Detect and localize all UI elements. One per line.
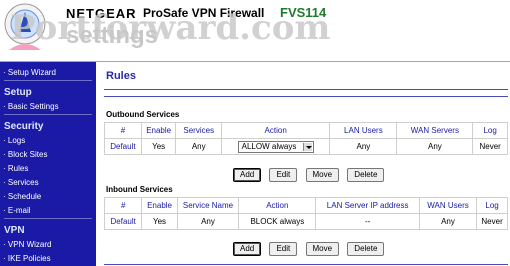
col-header: # <box>104 122 142 139</box>
col-header: WAN Users <box>418 197 478 214</box>
edit-button[interactable]: Edit <box>269 168 298 182</box>
col-header: Action <box>220 122 331 139</box>
action-cell: ALLOW always <box>220 138 331 155</box>
col-header: Service Name <box>176 197 240 214</box>
header: NETGEAR ProSafe VPN Firewall FVS114 Port… <box>0 0 510 62</box>
watermark-subtext: settings <box>66 22 159 49</box>
lan-users-value: Any <box>329 138 398 155</box>
enable-value: Yes <box>140 138 177 155</box>
col-header: Enable <box>141 197 178 214</box>
move-button[interactable]: Move <box>305 242 340 256</box>
sidebar-item-logs[interactable]: · Logs <box>0 134 96 148</box>
col-header: WAN Servers <box>396 122 474 139</box>
sidebar-divider <box>4 114 92 115</box>
table-row: Default Yes Any BLOCK always -- Any Neve… <box>103 213 508 230</box>
rule-number-link[interactable]: Default <box>103 213 143 230</box>
action-value: BLOCK always <box>238 213 317 230</box>
lan-ip-value: -- <box>315 213 420 230</box>
col-header: Services <box>175 122 222 139</box>
wan-servers-value: Any <box>396 138 474 155</box>
sidebar-divider <box>4 80 92 81</box>
inbound-table: # Enable Service Name Action LAN Server … <box>103 197 508 230</box>
col-header: Enable <box>140 122 177 139</box>
delete-button[interactable]: Delete <box>347 242 385 256</box>
col-header: LAN Server IP address <box>315 197 420 214</box>
col-header: LAN Users <box>329 122 398 139</box>
outbound-label: Outbound Services <box>106 110 180 119</box>
sidebar-item-email[interactable]: · E-mail <box>0 204 96 218</box>
action-select[interactable]: ALLOW always <box>237 140 314 153</box>
watermark: Portforward.com <box>10 8 331 48</box>
col-header: Log <box>472 122 508 139</box>
outbound-button-row: Add Edit Move Delete <box>233 168 390 182</box>
sidebar-item-setup-wizard[interactable]: · Setup Wizard <box>0 66 96 80</box>
col-header: Action <box>238 197 317 214</box>
sidebar-section-vpn: VPN <box>4 225 25 236</box>
delete-button[interactable]: Delete <box>347 168 385 182</box>
add-button[interactable]: Add <box>233 242 262 256</box>
add-button[interactable]: Add <box>233 168 262 182</box>
chevron-down-icon[interactable] <box>302 142 312 151</box>
sidebar-item-vpn-wizard[interactable]: · VPN Wizard <box>0 238 96 252</box>
table-row: Default Yes Any ALLOW always Any Any Nev… <box>104 138 508 155</box>
col-header: Log <box>476 197 508 214</box>
sidebar-item-block-sites[interactable]: · Block Sites <box>0 148 96 162</box>
enable-value: Yes <box>141 213 178 230</box>
sidebar-section-setup: Setup <box>4 87 32 98</box>
sidebar: · Setup Wizard Setup · Basic Settings Se… <box>0 62 96 266</box>
wan-users-value: Any <box>418 213 478 230</box>
move-button[interactable]: Move <box>305 168 340 182</box>
sidebar-item-services[interactable]: · Services <box>0 176 96 190</box>
section-rule <box>104 96 508 97</box>
sidebar-item-rules[interactable]: · Rules <box>0 162 96 176</box>
inbound-label: Inbound Services <box>106 185 173 194</box>
main-content: Rules Outbound Services # Enable Service… <box>96 62 510 266</box>
title-rule <box>104 89 508 90</box>
col-header: # <box>103 197 143 214</box>
sidebar-section-security: Security <box>4 121 44 132</box>
service-value: Any <box>175 138 222 155</box>
sidebar-divider <box>4 218 92 219</box>
table-header-row: # Enable Service Name Action LAN Server … <box>103 197 508 214</box>
bottom-rule <box>104 264 508 265</box>
page-title: Rules <box>106 70 136 82</box>
edit-button[interactable]: Edit <box>269 242 298 256</box>
log-value: Never <box>472 138 508 155</box>
sidebar-item-ike-policies[interactable]: · IKE Policies <box>0 252 96 266</box>
sidebar-item-schedule[interactable]: · Schedule <box>0 190 96 204</box>
outbound-table: # Enable Services Action LAN Users WAN S… <box>104 122 508 155</box>
sidebar-item-basic-settings[interactable]: · Basic Settings <box>0 100 96 114</box>
inbound-button-row: Add Edit Move Delete <box>233 242 390 256</box>
log-value: Never <box>476 213 508 230</box>
rule-number-link[interactable]: Default <box>104 138 142 155</box>
table-header-row: # Enable Services Action LAN Users WAN S… <box>104 122 508 139</box>
service-value: Any <box>176 213 240 230</box>
